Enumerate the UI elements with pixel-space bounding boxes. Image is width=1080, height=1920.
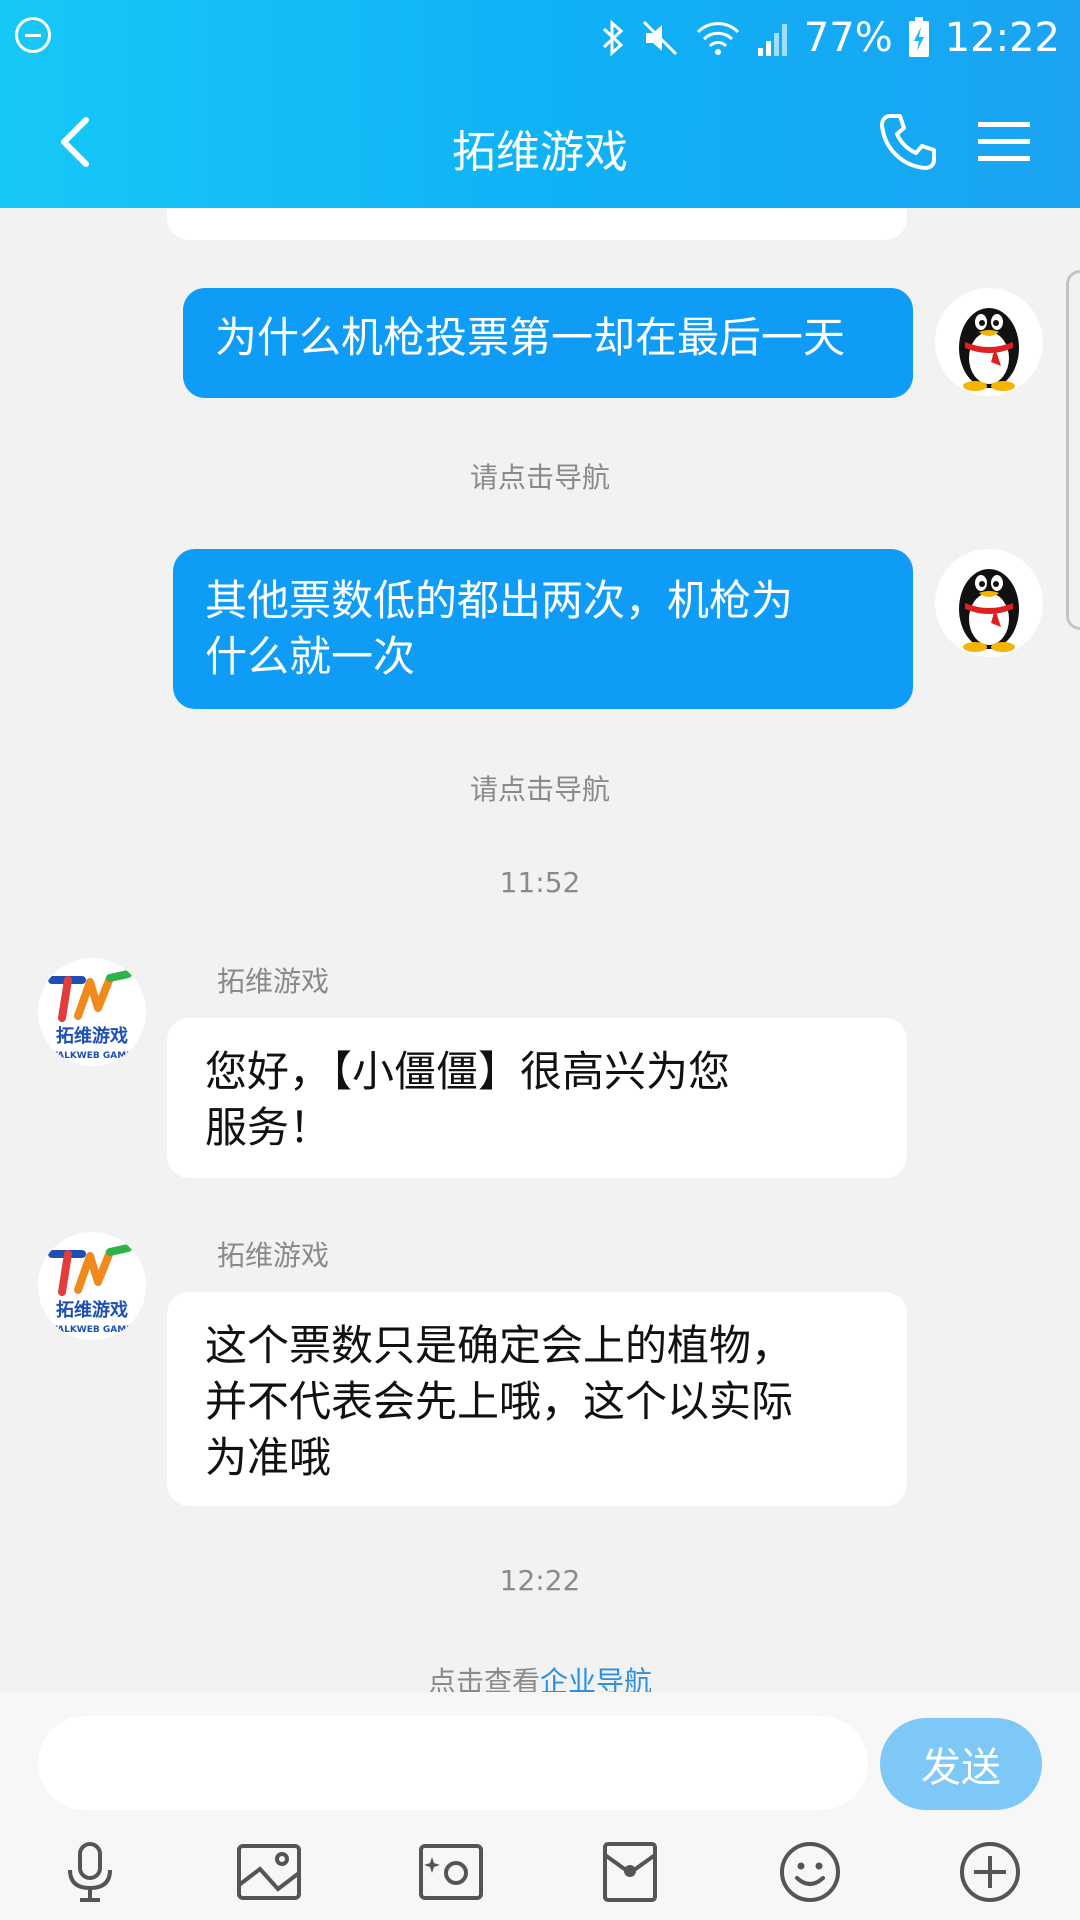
emoji-icon [780, 1842, 840, 1902]
user-avatar[interactable] [935, 549, 1043, 657]
user-avatar[interactable] [935, 288, 1043, 396]
svg-text:拓维游戏: 拓维游戏 [56, 1299, 128, 1321]
svg-text:TALKWEB GAME: TALKWEB GAME [52, 1051, 133, 1061]
hamburger-menu-icon [978, 122, 1030, 161]
camera-icon [419, 1844, 483, 1900]
call-button[interactable] [876, 110, 940, 174]
input-bar: 发送 [0, 1692, 1080, 1920]
incoming-message[interactable]: 您好，【小僵僵】很高兴为您服务！ [167, 1018, 907, 1178]
image-icon [237, 1844, 301, 1900]
mute-icon [642, 20, 677, 56]
emoji-button[interactable] [770, 1832, 850, 1912]
clock: 12:22 [944, 15, 1060, 61]
talkweb-logo-icon: 拓维游戏 TALKWEB GAME [48, 1244, 133, 1335]
microphone-icon [68, 1842, 112, 1902]
red-packet-icon [603, 1842, 657, 1902]
sender-name: 拓维游戏 [217, 965, 330, 998]
navigation-prefix: 点击查看 [427, 1665, 540, 1692]
svg-text:拓维游戏: 拓维游戏 [56, 1025, 128, 1047]
bluetooth-icon [602, 19, 624, 57]
message-text: 其他票数低的都出两次，机枪为什么就一次 [205, 576, 794, 681]
enterprise-nav-link[interactable]: 企业导航 [540, 1665, 652, 1692]
qq-penguin-avatar [959, 308, 1019, 391]
camera-button[interactable] [411, 1832, 491, 1912]
message-input[interactable] [38, 1716, 868, 1810]
message-list[interactable]: 为什么机枪投票第一却在最后一天 请点击导航 其他票数低的都出两次，机枪为什么就一… [0, 208, 1080, 1692]
company-avatar[interactable]: 拓维游戏 TALKWEB GAME [38, 1232, 146, 1340]
company-avatar[interactable]: 拓维游戏 TALKWEB GAME [38, 958, 146, 1066]
timestamp: 12:22 [499, 1564, 581, 1597]
previous-message-bubble [167, 208, 907, 240]
outgoing-message[interactable]: 为什么机枪投票第一却在最后一天 [183, 288, 913, 398]
send-button[interactable]: 发送 [880, 1718, 1042, 1810]
sender-name: 拓维游戏 [217, 1239, 330, 1272]
battery-charging-icon [908, 17, 929, 57]
input-toolbar [0, 1832, 1080, 1912]
more-button[interactable] [950, 1832, 1030, 1912]
red-packet-button[interactable] [590, 1832, 670, 1912]
menu-button[interactable] [976, 114, 1032, 170]
nav-bar: 拓维游戏 [0, 88, 1080, 198]
image-button[interactable] [229, 1832, 309, 1912]
message-text: 为什么机枪投票第一却在最后一天 [215, 313, 846, 362]
system-notice[interactable]: 请点击导航 [0, 456, 1080, 496]
outgoing-message[interactable]: 其他票数低的都出两次，机枪为什么就一次 [173, 549, 913, 709]
voice-button[interactable] [50, 1832, 130, 1912]
talkweb-logo-icon: 拓维游戏 TALKWEB GAME [48, 970, 133, 1061]
add-icon [960, 1842, 1020, 1902]
battery-percent: 77% [803, 15, 893, 61]
scroll-indicator [1066, 270, 1080, 630]
wifi-icon [696, 22, 739, 55]
incoming-message[interactable]: 这个票数只是确定会上的植物，并不代表会先上哦，这个以实际为准哦 [167, 1292, 907, 1506]
message-text: 这个票数只是确定会上的植物，并不代表会先上哦，这个以实际为准哦 [205, 1321, 794, 1482]
system-notice[interactable]: 请点击导航 [0, 768, 1080, 808]
signal-icon [757, 24, 787, 56]
do-not-disturb-icon [15, 17, 51, 53]
qq-penguin-avatar [959, 569, 1019, 652]
status-bar: 77% 12:22 [0, 0, 1080, 76]
timestamp: 11:52 [499, 866, 581, 899]
chat-header: 77% 12:22 拓维游戏 [0, 0, 1080, 208]
phone-icon [880, 114, 936, 170]
svg-text:TALKWEB GAME: TALKWEB GAME [52, 1325, 133, 1335]
status-icons: 77% 12:22 [600, 10, 1060, 66]
navigation-notice: 点击查看企业导航 [0, 1660, 1080, 1692]
message-text: 您好，【小僵僵】很高兴为您服务！ [205, 1047, 731, 1152]
